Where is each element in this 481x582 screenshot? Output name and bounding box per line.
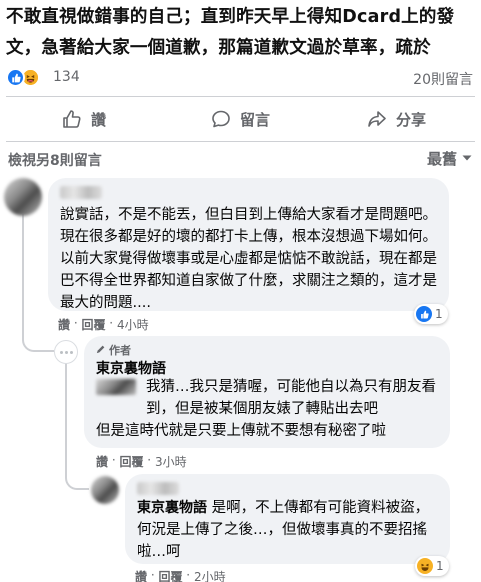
- thread-connector: [65, 462, 89, 490]
- reaction-count: 1: [435, 307, 443, 321]
- reaction-count[interactable]: 134: [53, 69, 80, 85]
- share-button[interactable]: 分享: [367, 100, 426, 138]
- reaction-count: 1: [436, 559, 444, 573]
- commenter-name[interactable]: [137, 482, 179, 495]
- reply-text: 但是這時代就是只要上傳就不要想有秘密了啦: [96, 423, 386, 439]
- haha-icon: [417, 558, 433, 574]
- comment-icon: [211, 109, 231, 129]
- like-button[interactable]: 讚: [62, 100, 106, 138]
- view-more-comments-link[interactable]: 檢視另8則留言: [8, 150, 102, 170]
- like-link[interactable]: 讚: [58, 316, 70, 333]
- thread-line: [22, 214, 24, 332]
- sort-dropdown[interactable]: 最舊: [427, 148, 473, 169]
- chevron-down-icon: [461, 150, 473, 168]
- like-icon: [416, 306, 432, 322]
- page-avatar[interactable]: [54, 340, 78, 364]
- mention-link[interactable]: 東京裏物語: [137, 500, 207, 516]
- avatar[interactable]: [91, 476, 119, 504]
- like-link[interactable]: 讚: [96, 453, 108, 470]
- comment-meta: 讚 · 回覆 · 4小時: [58, 316, 149, 333]
- share-label: 分享: [396, 110, 427, 129]
- share-icon: [367, 109, 387, 129]
- comment-meta: 讚 · 回覆 · 3小時: [96, 453, 187, 470]
- thread-connector: [22, 330, 54, 352]
- reply-link[interactable]: 回覆: [81, 316, 105, 333]
- timestamp[interactable]: 2小時: [194, 568, 226, 582]
- post-text: 不敢直視做錯事的自己；直到昨天早上得知Dcard上的發文，急著給大家一個道歉，那…: [6, 7, 455, 58]
- comment-reactions[interactable]: 1: [414, 304, 448, 324]
- pen-icon: [96, 344, 106, 357]
- timestamp[interactable]: 3小時: [155, 453, 187, 470]
- comment-label: 留言: [240, 110, 271, 129]
- reply-link[interactable]: 回覆: [119, 453, 143, 470]
- reply-link[interactable]: 回覆: [158, 568, 182, 582]
- like-label: 讚: [91, 110, 107, 129]
- commenter-name[interactable]: 東京裏物語: [96, 358, 166, 378]
- avatar-dots: [59, 350, 73, 354]
- comment-reactions[interactable]: 1: [415, 556, 449, 576]
- divider: [6, 96, 475, 97]
- author-badge-label: 作者: [109, 344, 131, 357]
- avatar[interactable]: [4, 178, 42, 216]
- sort-label: 最舊: [426, 150, 457, 168]
- comment-count[interactable]: 20則留言: [413, 69, 473, 89]
- reactions-summary[interactable]: 134 20則留言: [0, 64, 481, 90]
- divider: [6, 141, 475, 142]
- timestamp[interactable]: 4小時: [117, 316, 149, 333]
- like-icon: [6, 68, 25, 87]
- commenter-name[interactable]: [60, 186, 102, 199]
- action-bar: 讚 留言 分享: [0, 100, 481, 138]
- mention-tag[interactable]: [96, 379, 136, 395]
- thumbs-up-icon: [62, 109, 82, 129]
- thread-line: [65, 356, 67, 476]
- like-link[interactable]: 讚: [135, 568, 147, 582]
- reply-text: 我猜…我只是猜喔，可能他自以為只有朋友看到，但是被某個朋友婊了轉貼出去吧: [146, 379, 436, 417]
- author-badge: 作者: [96, 342, 131, 358]
- comment-text: 說實話，不是不能丟，但白目到上傳給大家看才是問題吧。現在很多都是好的壞的都打卡上…: [60, 207, 437, 311]
- comment-button[interactable]: 留言: [211, 100, 270, 138]
- comment-meta: 讚 · 回覆 · 2小時: [135, 568, 226, 582]
